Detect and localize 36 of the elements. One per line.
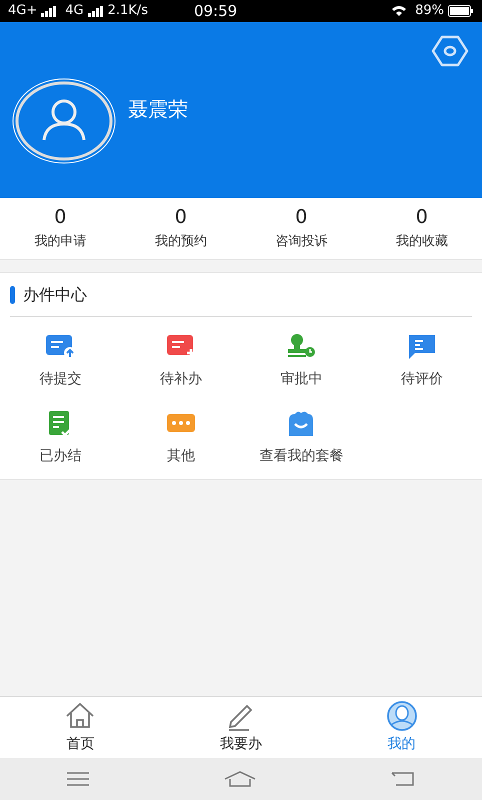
tab-button[interactable]: 我要办 xyxy=(160,697,322,758)
home-icon[interactable] xyxy=(222,770,257,788)
settings-icon[interactable] xyxy=(430,34,470,68)
stat-count: 0 xyxy=(174,206,187,230)
tab-button[interactable]: 我的 xyxy=(321,697,482,758)
menu-item-label[interactable]: 查看我的套餐 xyxy=(259,446,344,467)
back-icon[interactable] xyxy=(390,771,416,787)
menu-item-label[interactable]: 待提交 xyxy=(39,369,82,390)
menu-item-label[interactable]: 其他 xyxy=(166,446,195,467)
menu-item-label[interactable]: 待评价 xyxy=(400,369,443,390)
user-circle-icon xyxy=(384,700,419,732)
stat-label[interactable]: 我的收藏 xyxy=(396,232,448,252)
menu-item-label[interactable]: 已办结 xyxy=(39,446,82,467)
stat-label[interactable]: 我的预约 xyxy=(154,232,207,252)
network-label: 4G+ xyxy=(8,2,38,20)
signal-icon xyxy=(88,6,104,16)
section-title: 办件中心 xyxy=(23,284,87,306)
user-name: 聂震荣 xyxy=(128,96,188,123)
speed-label: 2.1K/s xyxy=(108,2,148,20)
menu-item-label[interactable]: 审批中 xyxy=(280,369,322,390)
stat-count: 0 xyxy=(295,206,308,230)
stat-count: 0 xyxy=(416,206,428,230)
section-marker xyxy=(10,286,15,304)
signal-icon xyxy=(41,6,58,16)
clock: 09:59 xyxy=(194,0,238,22)
menu-icon[interactable] xyxy=(66,772,90,786)
stat-count: 0 xyxy=(54,206,66,230)
avatar-icon[interactable] xyxy=(12,78,116,164)
tab-button[interactable]: 首页 xyxy=(0,697,161,758)
network-label: 4G xyxy=(65,2,84,20)
menu-item-label[interactable]: 待补办 xyxy=(160,369,202,390)
stat-label[interactable]: 我的申请 xyxy=(34,232,86,252)
stat-label[interactable]: 咨询投诉 xyxy=(275,232,328,252)
battery-icon xyxy=(448,5,474,17)
wifi-icon xyxy=(391,5,408,17)
battery-label: 89% xyxy=(415,2,444,20)
